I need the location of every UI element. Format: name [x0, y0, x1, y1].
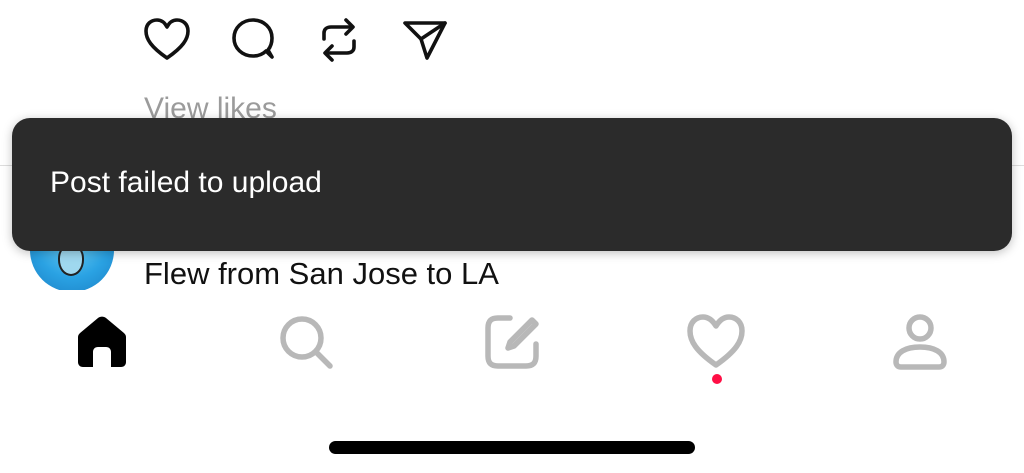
like-button[interactable] [140, 14, 194, 66]
app-screen: View likes elonmusksjet 3h Flew from San… [0, 0, 1024, 473]
post-action-bar [140, 14, 484, 66]
tab-home[interactable] [62, 302, 142, 382]
heart-icon [687, 314, 745, 368]
comment-button[interactable] [226, 14, 280, 66]
repost-icon [322, 18, 356, 62]
toast-message: Post failed to upload [50, 166, 322, 199]
share-button[interactable] [398, 14, 452, 66]
bottom-tab-bar [0, 290, 1024, 400]
tab-activity[interactable] [676, 302, 756, 382]
tab-profile[interactable] [880, 302, 960, 382]
tab-search[interactable] [266, 302, 346, 382]
upload-failed-toast[interactable]: Post failed to upload [12, 118, 1012, 251]
activity-notification-dot [712, 374, 722, 384]
comment-bubble-icon [232, 18, 274, 59]
home-indicator[interactable] [329, 441, 695, 454]
tab-compose[interactable] [472, 302, 552, 382]
repost-button[interactable] [312, 14, 366, 66]
search-icon [280, 316, 333, 369]
send-icon [403, 21, 447, 60]
post-text: Flew from San Jose to LA [144, 256, 499, 290]
profile-icon [893, 314, 947, 370]
heart-icon [144, 18, 190, 60]
compose-icon [485, 315, 539, 369]
home-icon [78, 316, 126, 367]
